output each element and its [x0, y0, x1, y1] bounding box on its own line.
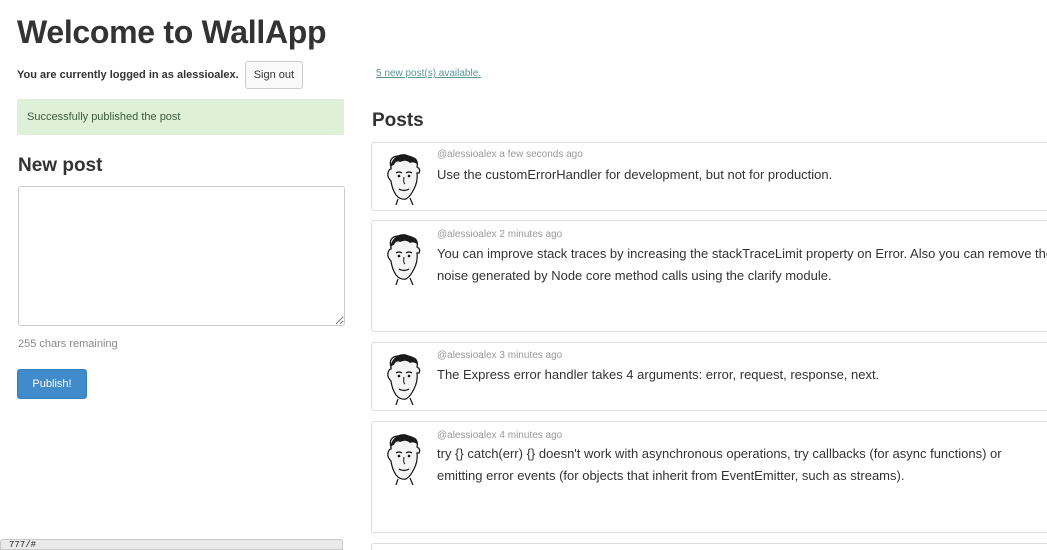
post-item: @alessioalex 2 minutes ago You can impro…	[371, 220, 1047, 332]
post-item: @alessioalex 3 minutes ago The Express e…	[371, 342, 1047, 411]
user-avatar-icon	[387, 154, 421, 205]
post-meta: @alessioalex a few seconds ago	[437, 149, 583, 160]
post-meta: @alessioalex 4 minutes ago	[437, 430, 563, 441]
post-body: Use the customErrorHandler for developme…	[437, 167, 833, 182]
user-avatar-icon	[387, 434, 421, 485]
post-meta: @alessioalex 3 minutes ago	[437, 350, 563, 361]
login-status: You are currently logged in as alessioal…	[17, 60, 304, 90]
sign-out-button[interactable]: Sign out	[244, 61, 304, 89]
new-post-heading: New post	[18, 155, 103, 176]
post-textarea[interactable]	[18, 186, 345, 326]
login-text: You are currently logged in as alessioal…	[17, 69, 239, 81]
publish-button[interactable]: Publish!	[17, 369, 87, 399]
wallapp-page: Welcome to WallApp You are currently log…	[0, 0, 1047, 550]
browser-status-bar: 777/#	[0, 539, 343, 550]
page-title: Welcome to WallApp	[17, 14, 327, 50]
post-meta: @alessioalex 2 minutes ago	[437, 229, 563, 240]
post-item: @alessioalex a few seconds ago Use the c…	[371, 142, 1047, 211]
post-item: @alessioalex 4 minutes ago try {} catch(…	[371, 421, 1047, 533]
new-posts-link[interactable]: 5 new post(s) available.	[376, 68, 481, 79]
chars-remaining: 255 chars remaining	[18, 338, 118, 350]
post-body: The Express error handler takes 4 argume…	[437, 367, 880, 382]
posts-heading: Posts	[372, 110, 424, 131]
post-body: You can improve stack traces by increasi…	[437, 246, 1047, 283]
post-body: try {} catch(err) {} doesn't work with a…	[437, 446, 1002, 483]
user-avatar-icon	[387, 354, 421, 405]
success-alert: Successfully published the post	[17, 99, 344, 135]
user-avatar-icon	[387, 234, 421, 285]
post-item	[371, 543, 1047, 550]
